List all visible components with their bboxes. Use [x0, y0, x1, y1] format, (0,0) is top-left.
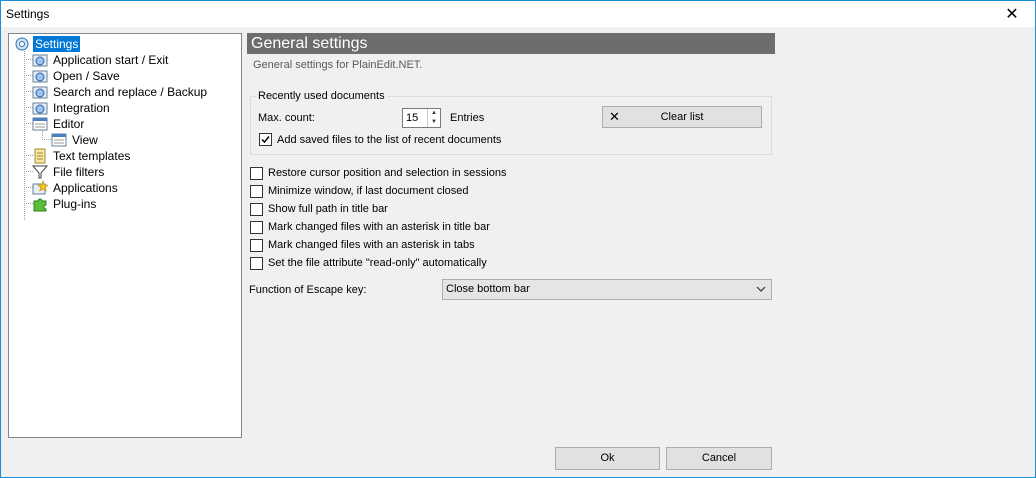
stepper-up-icon[interactable]: ▲: [428, 109, 440, 118]
gear-icon: [32, 52, 48, 68]
tree-item-label: Search and replace / Backup: [53, 85, 208, 99]
tree-item-open-save[interactable]: Open / Save: [32, 68, 122, 84]
puzzle-icon: [32, 196, 48, 212]
option-label: Show full path in title bar: [268, 203, 388, 215]
gear-icon: [32, 84, 48, 100]
escape-key-value: Close bottom bar: [446, 283, 530, 295]
settings-tree[interactable]: Settings Application start / Exit Open /…: [8, 33, 242, 438]
checkmark-icon: [261, 136, 270, 144]
max-count-value: 15: [406, 112, 419, 124]
recent-documents-group-label: Recently used documents: [256, 90, 387, 102]
max-count-stepper[interactable]: 15 ▲ ▼: [402, 108, 441, 128]
gear-icon: [32, 68, 48, 84]
escape-key-select[interactable]: Close bottom bar: [442, 279, 772, 300]
cancel-button[interactable]: Cancel: [666, 447, 772, 470]
option-label: Mark changed files with an asterisk in t…: [268, 221, 490, 233]
chevron-down-icon: [755, 280, 767, 299]
close-x-icon: ✕: [609, 109, 620, 124]
tree-item-label: Text templates: [53, 149, 131, 163]
document-icon: [32, 148, 48, 164]
option-label: Restore cursor position and selection in…: [268, 167, 507, 179]
tree-item-label: File filters: [53, 165, 105, 179]
tree-item-editor[interactable]: Editor: [32, 116, 86, 132]
tree-item-integration[interactable]: Integration: [32, 100, 112, 116]
page-subtitle: General settings for PlainEdit.NET.: [253, 59, 423, 71]
star-icon: [32, 180, 49, 196]
tree-item-applications[interactable]: Applications: [32, 180, 120, 196]
tree-item-file-filters[interactable]: File filters: [31, 164, 106, 180]
tree-item-label: Plug-ins: [53, 197, 97, 211]
tree-item-label: Integration: [53, 101, 110, 115]
entries-label: Entries: [450, 112, 485, 124]
window-title: Settings: [6, 7, 50, 21]
tree-item-label: Applications: [53, 181, 118, 195]
option-label: Mark changed files with an asterisk in t…: [268, 239, 475, 251]
tree-item-label: View: [72, 133, 98, 147]
tree-item-search-replace-backup[interactable]: Search and replace / Backup: [32, 84, 209, 100]
window-icon: [51, 132, 67, 148]
read-only-checkbox[interactable]: [250, 257, 263, 270]
tree-item-label: Settings: [33, 36, 81, 52]
max-count-label: Max. count:: [258, 112, 315, 124]
mark-title-bar-checkbox[interactable]: [250, 221, 263, 234]
window-icon: [32, 116, 48, 132]
gear-icon: [32, 100, 48, 116]
tree-item-label: Application start / Exit: [53, 53, 169, 67]
tree-item-label: Open / Save: [53, 69, 120, 83]
settings-window: Settings ✕ Settings Application start / …: [0, 0, 1036, 478]
mark-tabs-checkbox[interactable]: [250, 239, 263, 252]
minimize-window-checkbox[interactable]: [250, 185, 263, 198]
tree-item-label: Editor: [53, 117, 85, 131]
stepper-buttons[interactable]: ▲ ▼: [427, 109, 440, 127]
tree-item-text-templates[interactable]: Text templates: [32, 148, 132, 164]
ok-button[interactable]: Ok: [555, 447, 660, 470]
tree-item-plug-ins[interactable]: Plug-ins: [32, 196, 98, 212]
settings-gear-icon: [14, 36, 30, 52]
stepper-down-icon[interactable]: ▼: [428, 118, 440, 127]
add-saved-label: Add saved files to the list of recent do…: [277, 134, 502, 146]
restore-cursor-checkbox[interactable]: [250, 167, 263, 180]
tree-item-settings[interactable]: Settings: [14, 36, 81, 52]
title-bar: Settings ✕: [1, 1, 1035, 27]
tree-item-view[interactable]: View: [51, 132, 100, 148]
close-icon[interactable]: ✕: [989, 1, 1035, 27]
escape-key-label: Function of Escape key:: [249, 284, 367, 296]
add-saved-checkbox[interactable]: [259, 133, 272, 146]
show-full-path-checkbox[interactable]: [250, 203, 263, 216]
option-label: Set the file attribute "read-only" autom…: [268, 257, 487, 269]
clear-list-label: Clear list: [660, 111, 704, 123]
option-label: Minimize window, if last document closed: [268, 185, 469, 197]
page-title: General settings: [247, 33, 775, 54]
clear-list-button[interactable]: ✕ Clear list: [602, 106, 762, 128]
funnel-icon: [31, 164, 49, 180]
tree-item-application-start-exit[interactable]: Application start / Exit: [32, 52, 170, 68]
